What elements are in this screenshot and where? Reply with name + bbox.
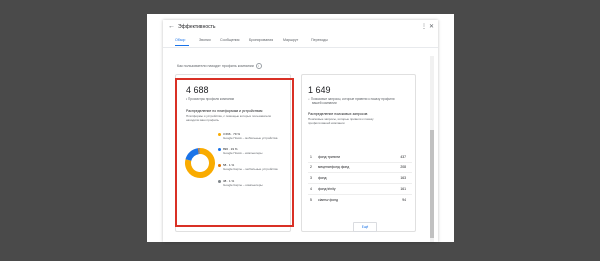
tab-directions[interactable]: Маршрут	[283, 38, 298, 42]
tab-clicks[interactable]: Переходы	[311, 38, 328, 42]
query-row: 5 ciamsv фонд 94	[302, 198, 412, 208]
dialog-title: Эффективность	[178, 24, 216, 30]
info-line: Как пользователи находят профиль компани…	[177, 63, 262, 69]
query-text: ciamsv фонд	[318, 198, 339, 202]
query-rank: 5	[310, 198, 312, 202]
close-icon[interactable]: ✕	[429, 23, 434, 30]
more-vert-icon[interactable]: ⋮	[421, 23, 427, 30]
active-tab-indicator	[175, 45, 189, 46]
screenshot-frame: ← Эффективность ⋮ ✕ Обзор Звонки Сообщен…	[147, 14, 454, 242]
query-value: 163	[400, 176, 406, 180]
query-value: 94	[402, 198, 406, 202]
more-button[interactable]: Ещё	[353, 222, 377, 232]
scrollbar-thumb[interactable]	[430, 130, 434, 238]
query-row: 1 фонд тринити 437	[302, 155, 412, 165]
dialog-header: ← Эффективность ⋮ ✕ Обзор Звонки Сообщен…	[163, 20, 438, 48]
query-row: 2 меценатфонд фонд 208	[302, 165, 412, 175]
info-icon[interactable]: i	[255, 63, 262, 69]
queries-section-title: Распределение поисковых запросов	[308, 112, 368, 116]
query-text: меценатфонд фонд	[318, 165, 350, 169]
query-rank: 1	[310, 155, 312, 159]
query-rank: 4	[310, 187, 312, 191]
query-row: 4 фонд trinity 161	[302, 187, 412, 197]
header-divider	[163, 47, 438, 48]
performance-dialog: ← Эффективность ⋮ ✕ Обзор Звонки Сообщен…	[163, 20, 438, 242]
row-divider	[308, 194, 412, 195]
query-value: 161	[400, 187, 406, 191]
tab-bookings[interactable]: Бронирования	[249, 38, 273, 42]
query-value: 437	[400, 155, 406, 159]
search-queries-count: 1 649	[308, 85, 331, 95]
info-line-text: Как пользователи находят профиль компани…	[177, 64, 254, 68]
row-divider	[308, 172, 412, 173]
row-divider	[308, 162, 412, 163]
query-text: фонд тринити	[318, 155, 341, 159]
query-rank: 2	[310, 165, 312, 169]
row-divider	[308, 183, 412, 184]
back-arrow-icon[interactable]: ←	[168, 23, 175, 30]
query-text: фонд	[318, 176, 327, 180]
search-queries-label-2: вашей компании	[312, 101, 337, 105]
queries-section-desc-2: профиля вашей компании	[308, 121, 345, 125]
highlight-frame	[175, 78, 294, 227]
tab-bar: Обзор Звонки Сообщения Бронирования Марш…	[175, 37, 435, 47]
search-queries-card: 1 649 ⌕ Поисковые запросы, которые приве…	[301, 74, 416, 232]
query-row: 3 фонд 163	[302, 176, 412, 186]
query-value: 208	[400, 165, 406, 169]
tab-calls[interactable]: Звонки	[199, 38, 211, 42]
search-icon: ⌕	[308, 97, 310, 101]
query-rank: 3	[310, 176, 312, 180]
query-text: фонд trinity	[318, 187, 336, 191]
tab-overview[interactable]: Обзор	[175, 38, 185, 42]
tab-messages[interactable]: Сообщения	[220, 38, 240, 42]
